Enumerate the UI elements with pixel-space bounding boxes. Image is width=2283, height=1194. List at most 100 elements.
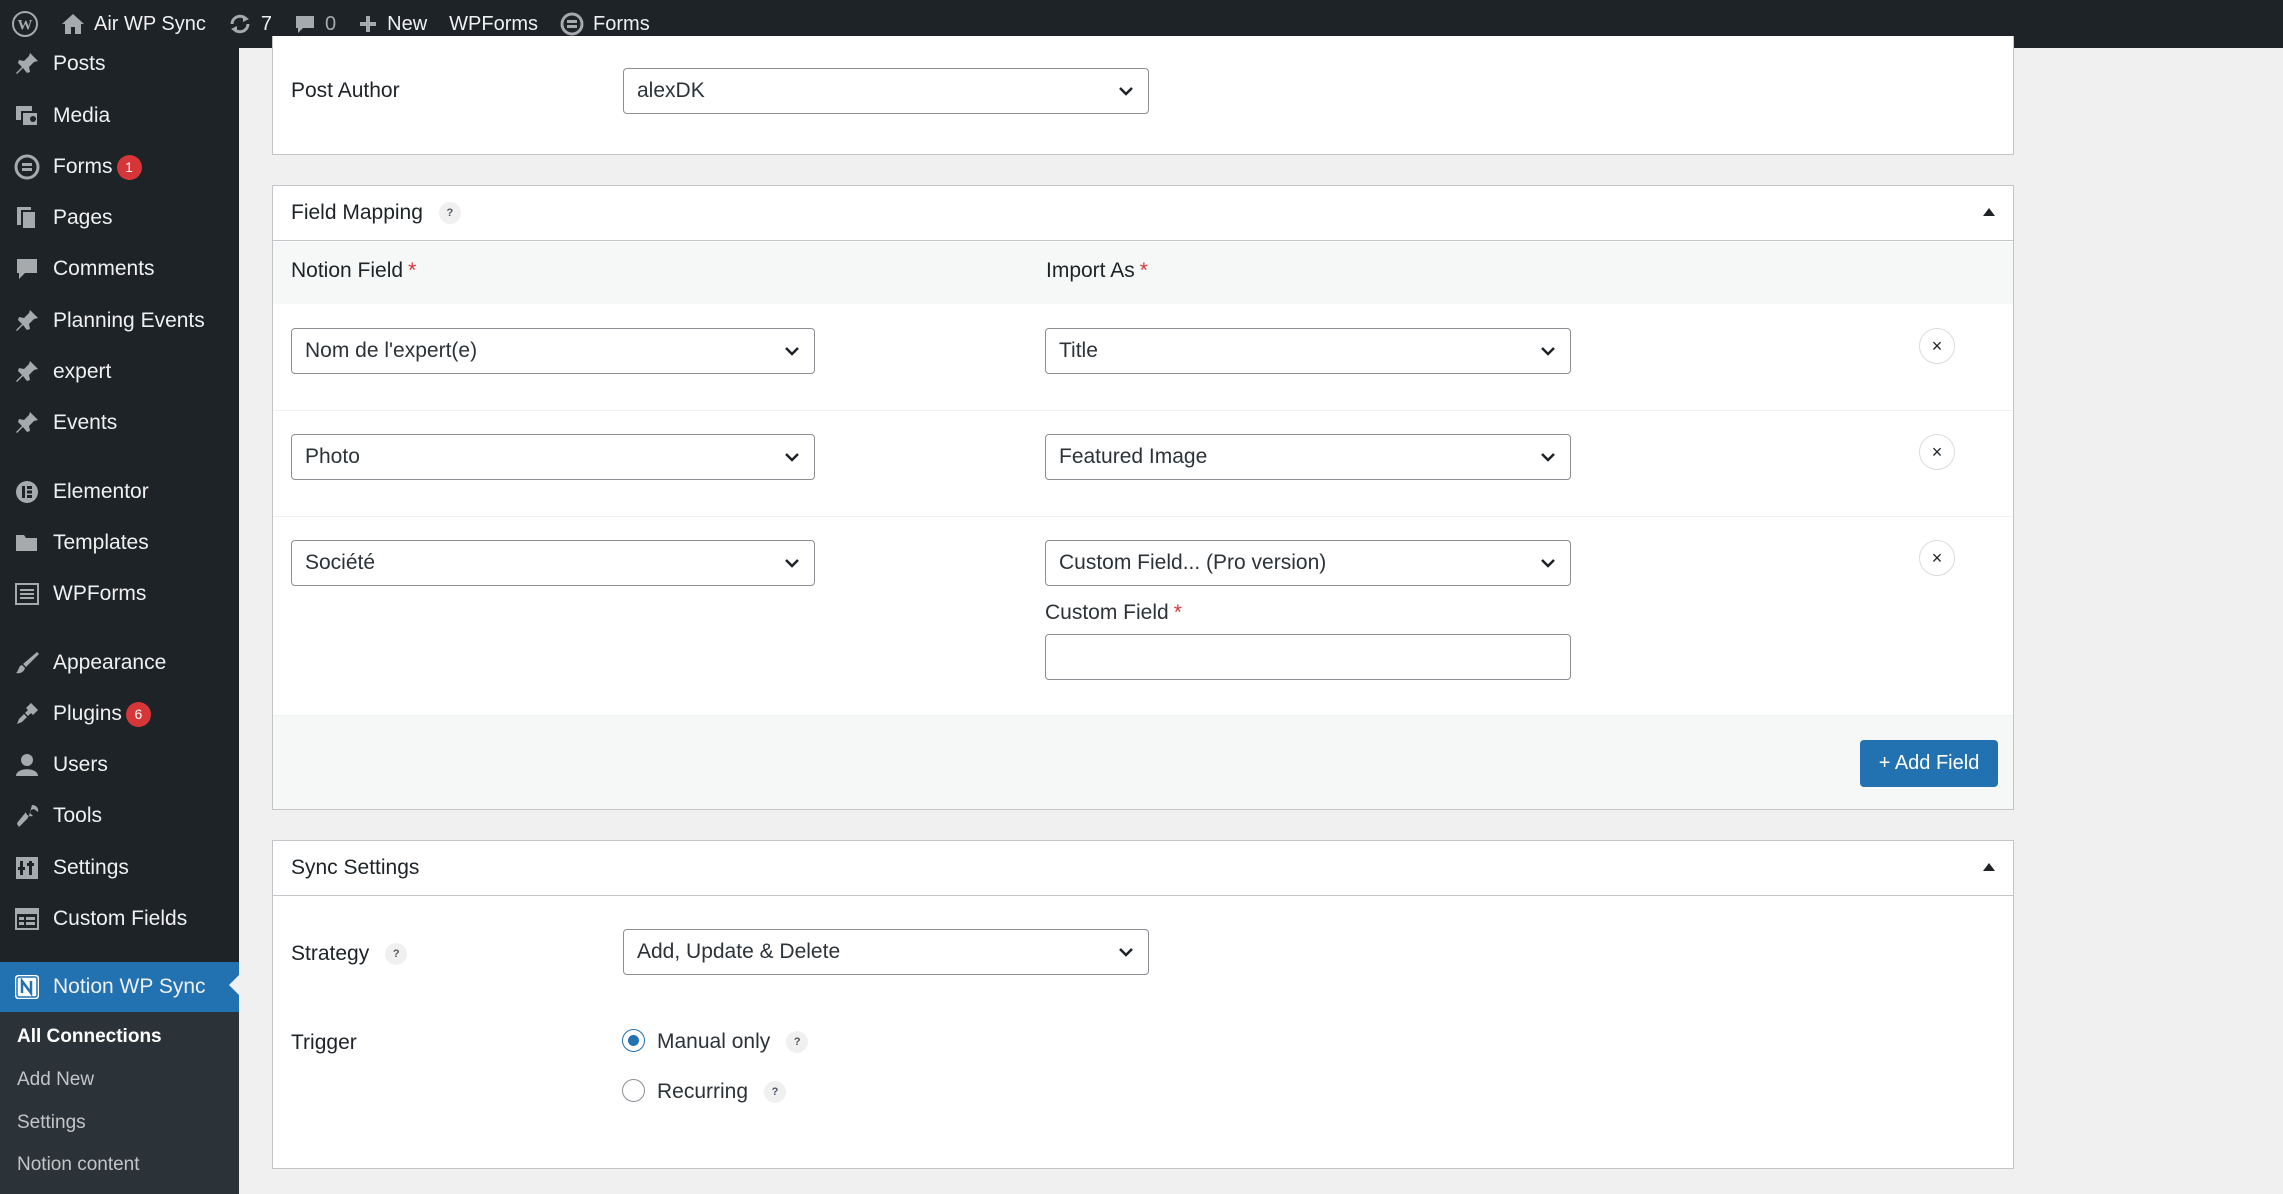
updates-count: 7 xyxy=(260,12,272,35)
sidebar-item-templates[interactable]: Templates xyxy=(0,520,239,566)
sidebar-item-pages[interactable]: Pages xyxy=(0,195,239,241)
field-mapping-panel: Field Mapping ? Notion Field * Import As *… xyxy=(272,185,2014,810)
help-icon[interactable]: ? xyxy=(385,943,408,965)
elementor-icon xyxy=(0,479,53,505)
sidebar-item-appearance[interactable]: Appearance xyxy=(0,640,239,686)
sidebar-item-custom-fields[interactable]: Custom Fields xyxy=(0,896,239,942)
sync-settings-header[interactable]: Sync Settings xyxy=(273,841,2013,896)
grid-icon xyxy=(0,906,53,932)
recurring-option[interactable]: Recurring ? xyxy=(657,1080,787,1104)
row-divider xyxy=(273,516,2013,517)
forms-label: Forms xyxy=(593,12,650,35)
row-divider xyxy=(273,410,2013,411)
notion-field-column-header: Notion Field * xyxy=(291,259,417,282)
pin-icon xyxy=(0,359,53,385)
comment-icon xyxy=(0,256,53,282)
sidebar-item-label: WPForms xyxy=(53,582,147,605)
help-icon[interactable]: ? xyxy=(438,202,461,224)
pages-icon xyxy=(0,205,53,231)
new-label: New xyxy=(387,12,428,35)
notion-submenu: All Connections Add New Settings Notion … xyxy=(0,1012,239,1194)
submenu-notion-content[interactable]: Notion content xyxy=(17,1154,140,1176)
sidebar-item-users[interactable]: Users xyxy=(0,742,239,788)
submenu-all-connections[interactable]: All Connections xyxy=(17,1026,162,1048)
sidebar-item-media[interactable]: Media xyxy=(0,93,239,139)
help-icon[interactable]: ? xyxy=(764,1081,787,1103)
sidebar-item-label: Templates xyxy=(53,531,149,554)
sidebar-item-posts[interactable]: Posts xyxy=(0,41,239,87)
custom-field-input[interactable] xyxy=(1045,634,1571,680)
folder-icon xyxy=(0,530,53,556)
comment-icon xyxy=(294,14,316,34)
notion-field-select[interactable]: Photo xyxy=(291,434,815,480)
settings-icon xyxy=(0,855,53,881)
sidebar-item-label: Comments xyxy=(53,257,155,280)
sidebar-item-wpforms[interactable]: WPForms xyxy=(0,571,239,617)
import-as-column-header: Import As * xyxy=(1046,259,1148,282)
sidebar-item-label: Tools xyxy=(53,804,103,827)
sidebar-item-tools[interactable]: Tools xyxy=(0,793,239,839)
forms-icon xyxy=(0,154,53,180)
home-icon xyxy=(61,13,85,35)
site-name: Air WP Sync xyxy=(94,12,206,35)
help-icon[interactable]: ? xyxy=(786,1031,809,1053)
notion-icon xyxy=(0,973,53,1001)
notification-badge: 1 xyxy=(116,154,142,180)
media-icon xyxy=(0,103,53,129)
brush-icon xyxy=(0,650,53,676)
submenu-add-new[interactable]: Add New xyxy=(17,1069,94,1091)
import-as-value: Title xyxy=(1059,339,1098,362)
remove-mapping-button[interactable]: × xyxy=(1919,434,1955,470)
sync-settings-panel: Sync Settings Strategy ? Add, Update & D… xyxy=(272,840,2014,1169)
sidebar-item-plugins[interactable]: Plugins 6 xyxy=(0,691,239,737)
import-as-value: Custom Field... (Pro version) xyxy=(1059,551,1327,574)
collapse-arrow-icon[interactable] xyxy=(1983,208,1995,216)
comments-count: 0 xyxy=(325,12,337,35)
sidebar-item-label: Planning Events xyxy=(53,309,205,332)
trigger-label: Trigger xyxy=(291,1031,357,1054)
import-as-select[interactable]: Featured Image xyxy=(1045,434,1571,480)
sidebar-item-settings[interactable]: Settings xyxy=(0,845,239,891)
remove-mapping-button[interactable]: × xyxy=(1919,540,1955,576)
remove-mapping-button[interactable]: × xyxy=(1919,328,1955,364)
pin-icon xyxy=(0,51,53,77)
plug-icon xyxy=(0,701,53,727)
strategy-value: Add, Update & Delete xyxy=(637,940,841,963)
collapse-arrow-icon[interactable] xyxy=(1983,863,1995,871)
sidebar-item-expert[interactable]: expert xyxy=(0,349,239,395)
wpforms-icon xyxy=(0,581,53,607)
sidebar-item-label: Settings xyxy=(53,856,129,879)
sidebar-item-planning-events[interactable]: Planning Events xyxy=(0,298,239,344)
pin-icon xyxy=(0,410,53,436)
sidebar-item-label: Users xyxy=(53,753,108,776)
strategy-label: Strategy ? xyxy=(291,942,408,966)
chevron-down-icon xyxy=(782,447,802,473)
sidebar-item-events[interactable]: Events xyxy=(0,400,239,446)
notion-field-select[interactable]: Nom de l'expert(e) xyxy=(291,328,815,374)
sidebar-item-comments[interactable]: Comments xyxy=(0,246,239,292)
notification-badge: 6 xyxy=(125,701,151,727)
import-as-select[interactable]: Title xyxy=(1045,328,1571,374)
recurring-radio[interactable] xyxy=(622,1079,645,1102)
sidebar-item-label: Events xyxy=(53,411,118,434)
sidebar-item-notion-wp-sync[interactable]: Notion WP Sync xyxy=(0,962,239,1012)
field-mapping-header[interactable]: Field Mapping ? xyxy=(273,186,2013,241)
sidebar-item-elementor[interactable]: Elementor xyxy=(0,469,239,515)
svg-text:W: W xyxy=(18,18,33,34)
updates-icon xyxy=(228,13,252,35)
manual-only-radio[interactable] xyxy=(622,1029,645,1052)
add-field-button[interactable]: + Add Field xyxy=(1860,740,1998,787)
notion-field-value: Société xyxy=(305,551,376,574)
sidebar-item-forms[interactable]: Forms 1 xyxy=(0,144,239,190)
post-author-select[interactable]: alexDK xyxy=(623,68,1149,114)
strategy-select[interactable]: Add, Update & Delete xyxy=(623,929,1149,975)
import-as-select[interactable]: Custom Field... (Pro version) xyxy=(1045,540,1571,586)
manual-only-option[interactable]: Manual only ? xyxy=(657,1030,809,1054)
sidebar-item-label: Pages xyxy=(53,206,113,229)
sidebar-item-label: Forms xyxy=(53,155,113,178)
sidebar-item-label: Posts xyxy=(53,52,106,75)
forms-icon xyxy=(560,12,584,36)
notion-field-select[interactable]: Société xyxy=(291,540,815,586)
wrench-icon xyxy=(0,803,53,829)
submenu-settings[interactable]: Settings xyxy=(17,1112,86,1134)
